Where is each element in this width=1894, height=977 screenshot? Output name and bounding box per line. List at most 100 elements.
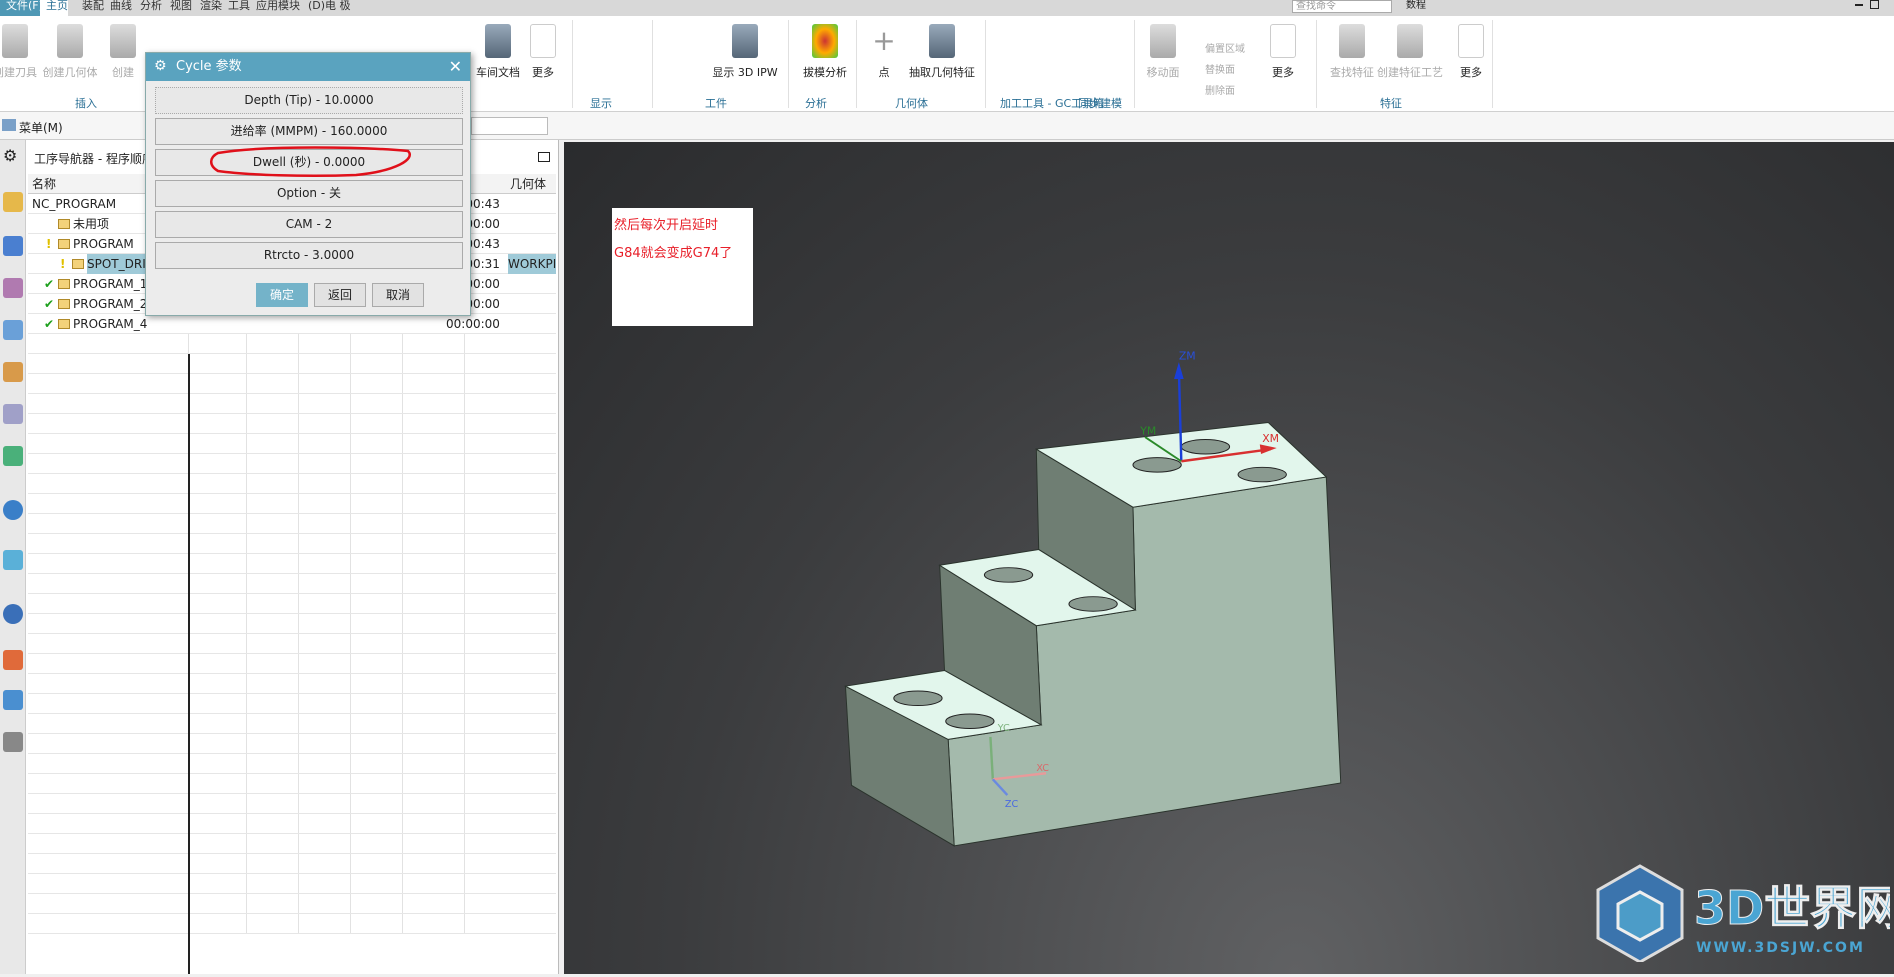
xc-label: XC xyxy=(1036,763,1049,774)
tab-home[interactable]: 主页 xyxy=(40,0,68,16)
hole xyxy=(1180,439,1231,455)
column-divider[interactable] xyxy=(188,354,190,974)
history-icon[interactable] xyxy=(3,604,23,624)
tab-view[interactable]: 视图 xyxy=(164,0,198,16)
create-tool-icon xyxy=(2,24,28,58)
palette-icon[interactable] xyxy=(3,446,23,466)
watermark-logo: 3D世界网 WWW.3DSJW.COM xyxy=(1590,862,1894,964)
rtrcto-param-button[interactable]: Rtrcto - 3.0000 xyxy=(155,242,463,269)
cancel-button[interactable]: 取消 xyxy=(372,283,424,307)
create-geometry-icon xyxy=(57,24,83,58)
logo-cube-icon: 3D世界网 WWW.3DSJW.COM xyxy=(1596,864,1894,964)
draft-analysis-button[interactable]: 拔模分析 xyxy=(800,24,850,80)
info-icon[interactable] xyxy=(3,500,23,520)
machine-view-icon[interactable] xyxy=(3,236,23,256)
search-command-input[interactable]: 查找命令 xyxy=(1292,0,1392,13)
find-feature-button[interactable]: 查找特征 xyxy=(1326,24,1378,80)
empty-row xyxy=(28,514,556,534)
empty-row xyxy=(28,894,556,914)
point-button[interactable]: + 点 xyxy=(862,24,906,80)
create-operation-button[interactable]: 创建 xyxy=(100,24,146,80)
back-button[interactable]: 返回 xyxy=(314,283,366,307)
extract-geometry-button[interactable]: 抽取几何特征 xyxy=(905,24,979,80)
feedrate-param-button[interactable]: 进给率 (MMPM) - 160.0000 xyxy=(155,118,463,145)
tab-file[interactable]: 文件(F) xyxy=(0,0,43,16)
extract-geometry-icon xyxy=(929,24,955,58)
tab-electrode[interactable]: (D)电 极 xyxy=(302,0,357,16)
settings-gear-icon[interactable]: ⚙ xyxy=(3,146,23,166)
empty-row xyxy=(28,374,556,394)
empty-row xyxy=(28,474,556,494)
role-icon[interactable] xyxy=(3,650,23,670)
empty-row xyxy=(28,654,556,674)
create-geometry-button[interactable]: 创建几何体 xyxy=(40,24,100,80)
more-button-2[interactable]: 更多 xyxy=(1260,24,1306,80)
empty-row xyxy=(28,434,556,454)
red-highlight-ring xyxy=(210,146,411,178)
option-param-button[interactable]: Option - 关 xyxy=(155,180,463,207)
row-name: PROGRAM xyxy=(73,237,134,251)
create-tool-button[interactable]: 创建刀具 xyxy=(0,24,38,80)
annotation-line-2: G84就会变成G74了 xyxy=(614,246,733,261)
plus-icon: + xyxy=(872,24,896,57)
replace-face-button[interactable]: 替换面 xyxy=(1205,61,1235,76)
draft-analysis-icon xyxy=(812,24,838,58)
maximize-icon[interactable] xyxy=(538,152,550,162)
row-geometry xyxy=(508,194,556,214)
create-feature-process-button[interactable]: 创建特征工艺 xyxy=(1374,24,1446,80)
hole xyxy=(945,713,995,729)
process-studio-icon[interactable] xyxy=(3,732,23,752)
more-button-3[interactable]: 更多 xyxy=(1448,24,1494,80)
find-feature-icon xyxy=(1339,24,1365,58)
web-icon[interactable] xyxy=(3,550,23,570)
help-label[interactable]: 数程 xyxy=(1406,0,1426,11)
method-view-icon[interactable] xyxy=(3,278,23,298)
move-face-button[interactable]: 移动面 xyxy=(1140,24,1186,80)
menu-icon xyxy=(2,119,16,131)
program-order-icon[interactable] xyxy=(3,320,23,340)
row-geometry xyxy=(508,274,556,294)
close-icon[interactable]: ✕ xyxy=(449,57,462,76)
system-scene-icon[interactable] xyxy=(3,690,23,710)
column-geometry[interactable]: 几何体 xyxy=(510,174,546,194)
row-time: 00:00:00 xyxy=(446,317,500,331)
shop-doc-icon xyxy=(485,24,511,58)
folder-icon xyxy=(58,219,70,229)
empty-row xyxy=(28,914,556,934)
display-3d-ipw-button[interactable]: 显示 3D IPW xyxy=(710,24,780,80)
hole xyxy=(1237,466,1287,483)
empty-row xyxy=(28,354,556,374)
selection-filter-dropdown[interactable] xyxy=(471,117,548,135)
cam-param-button[interactable]: CAM - 2 xyxy=(155,211,463,238)
tab-application[interactable]: 应用模块 xyxy=(250,0,306,16)
offset-region-button[interactable]: 偏置区域 xyxy=(1205,40,1245,55)
column-name[interactable]: 名称 xyxy=(32,174,56,194)
table-row[interactable]: ✔ PROGRAM_4 00:00:00 xyxy=(28,314,556,334)
dialog-title: Cycle 参数 xyxy=(146,53,470,81)
delete-face-button[interactable]: 删除面 xyxy=(1205,82,1235,97)
empty-row xyxy=(28,854,556,874)
check-icon: ✔ xyxy=(44,297,55,311)
machine-tool-icon[interactable] xyxy=(3,362,23,382)
row-name: NC_PROGRAM xyxy=(32,197,117,211)
empty-row xyxy=(28,814,556,834)
zm-label: ZM xyxy=(1179,350,1196,363)
minimize-icon[interactable] xyxy=(1855,4,1863,6)
empty-row xyxy=(28,334,556,354)
group-insert: 插入 xyxy=(75,97,97,110)
ok-button[interactable]: 确定 xyxy=(256,283,308,307)
tab-curve[interactable]: 曲线 xyxy=(104,0,138,16)
xm-label: XM xyxy=(1262,432,1279,445)
graphics-viewport[interactable]: ZM XM YM YC XC ZC xyxy=(564,142,1894,974)
library-icon[interactable] xyxy=(3,404,23,424)
geometry-view-icon[interactable] xyxy=(3,192,23,212)
depth-param-button[interactable]: Depth (Tip) - 10.0000 xyxy=(155,87,463,114)
more-button-1[interactable]: 更多 xyxy=(520,24,566,80)
tab-analysis[interactable]: 分析 xyxy=(134,0,168,16)
shop-doc-button[interactable]: 车间文档 xyxy=(472,24,524,80)
more-icon xyxy=(1270,24,1296,58)
menu-button[interactable]: 菜单(M) xyxy=(19,119,63,136)
warning-icon: ! xyxy=(46,237,52,251)
restore-icon[interactable] xyxy=(1870,0,1879,9)
ym-label: YM xyxy=(1139,425,1156,438)
